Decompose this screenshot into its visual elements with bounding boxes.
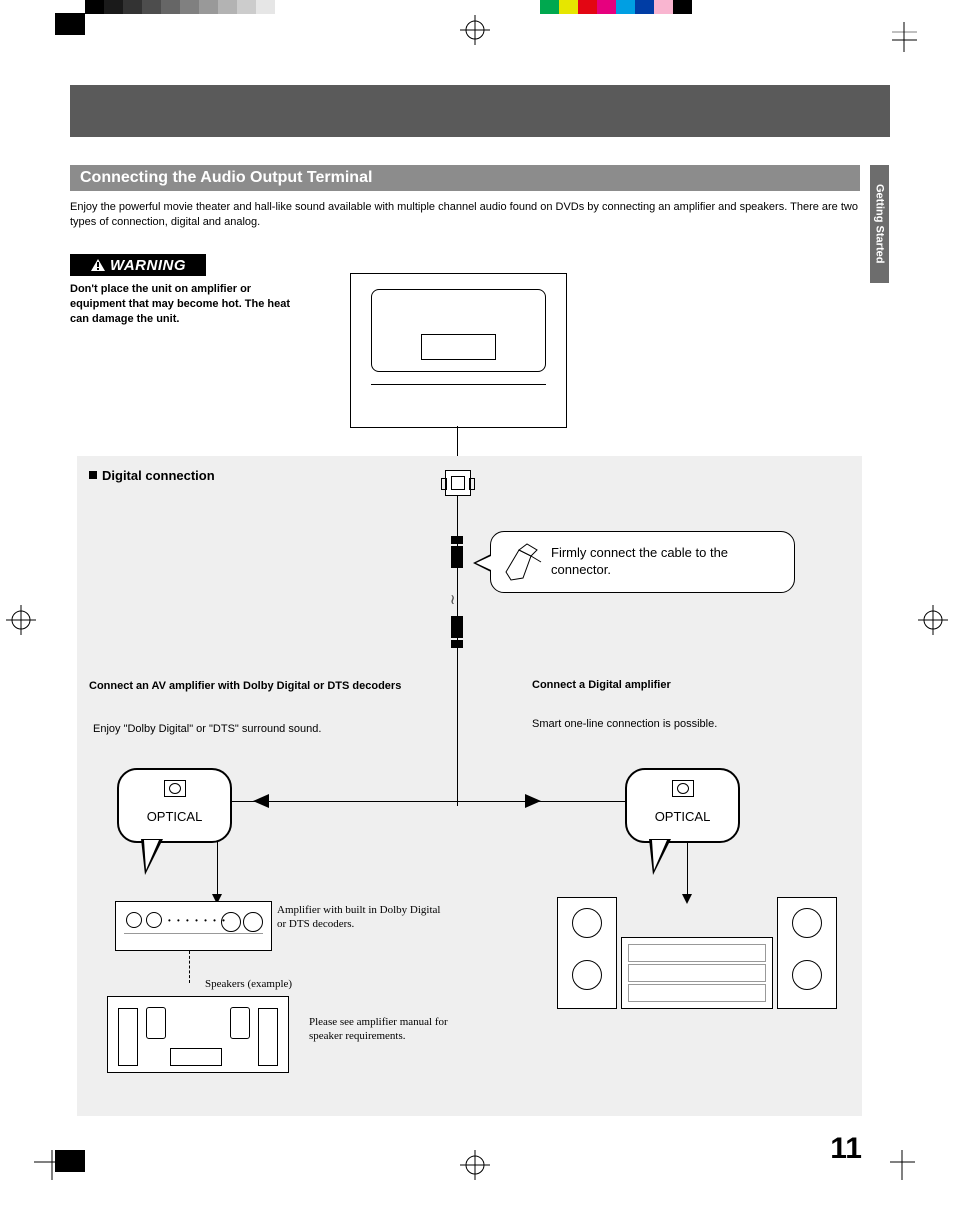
side-tab-getting-started: Getting Started [870,165,889,283]
chapter-banner [70,85,890,137]
manual-page: Getting Started Connecting the Audio Out… [0,20,954,1150]
optical-plug-icon [501,542,545,584]
cable-connector-icon [451,640,463,648]
cable-break-icon: ≀ [449,591,455,608]
warning-badge: WARNING [70,254,206,276]
intro-paragraph: Enjoy the powerful movie theater and hal… [70,200,860,231]
cable-connector-icon [451,536,463,544]
warning-text: Don't place the unit on amplifier or equ… [70,282,300,327]
amp-caption: Amplifier with built in Dolby Digital or… [277,904,442,932]
optical-jack-icon [672,780,694,797]
amp-main-unit-icon [621,937,773,1009]
right-body-text: Smart one-line connection is possible. [532,718,717,730]
print-marks-bottom [0,1150,954,1210]
callout-text: Firmly connect the cable to the connecto… [551,545,778,579]
arrow-right-icon [525,794,541,808]
arrow-left-icon [253,794,269,808]
speaker-note: Please see amplifier manual for speaker … [309,1016,459,1044]
right-subheading: Connect a Digital amplifier [532,679,671,691]
optical-port-icon [445,470,471,496]
lead-line [457,426,458,456]
cable-connector-icon [451,616,463,638]
digital-amp-system-illustration [557,899,842,1009]
cable-connector-icon [451,546,463,568]
registration-mark-right [918,605,948,640]
surround-speakers-illustration [107,996,289,1073]
optical-label: OPTICAL [655,809,711,824]
section-heading: Connecting the Audio Output Terminal [70,165,860,191]
av-amplifier-illustration: • • • • • • • [115,901,272,951]
panel-heading: Digital connection [89,468,215,483]
warning-label: WARNING [110,257,186,274]
left-subheading: Connect an AV amplifier with Dolby Digit… [89,679,409,694]
speakers-caption: Speakers (example) [205,978,292,990]
grayscale-swatches [85,0,275,14]
panel-heading-text: Digital connection [102,468,215,483]
bullet-square-icon [89,471,97,479]
speaker-right-icon [777,897,837,1009]
registration-mark-left [6,605,36,640]
digital-connection-panel: Digital connection ≀ Firmly connect the … [77,456,862,1116]
connect-firmly-callout: Firmly connect the cable to the connecto… [490,531,795,593]
crop-mark-bottom-left [24,1150,64,1195]
unit-rear-illustration [350,273,567,428]
optical-jack-icon [164,780,186,797]
branch-line [217,801,687,802]
registration-mark-bottom-center [460,1150,490,1185]
dashed-connector-line [189,951,190,983]
warning-triangle-icon [90,258,106,272]
optical-bubble-right: OPTICAL [625,768,740,843]
optical-label: OPTICAL [147,809,203,824]
left-body-text: Enjoy "Dolby Digital" or "DTS" surround … [93,723,423,735]
optical-bubble-left: OPTICAL [117,768,232,843]
print-marks-top [0,0,954,20]
color-swatches [540,0,692,14]
speaker-left-icon [557,897,617,1009]
crop-mark-bottom-right [890,1150,930,1195]
